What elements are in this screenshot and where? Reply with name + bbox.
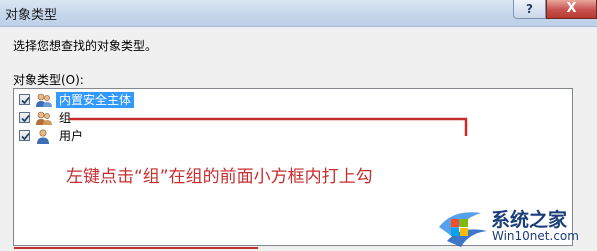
help-button[interactable]: ? xyxy=(513,0,546,19)
watermark-title: 系统之家 xyxy=(491,209,568,231)
object-types-dialog: 对象类型 ? X 选择您想查找的对象类型。 对象类型(O): 内置安全主体 组 … xyxy=(0,0,597,251)
dialog-prompt: 选择您想查找的对象类型。 xyxy=(13,39,158,53)
object-types-label: 对象类型(O): xyxy=(13,73,84,87)
close-button[interactable]: X xyxy=(546,0,597,19)
watermark-url: Win10net.com xyxy=(492,229,579,243)
site-watermark: 系统之家 Win10net.com xyxy=(433,203,595,249)
windows-logo-icon xyxy=(439,212,487,247)
title-bar: 对象类型 ? X xyxy=(0,0,597,27)
window-title: 对象类型 xyxy=(5,8,58,23)
annotation-text: 左键点击“组”在组的前面小方框内打上勾 xyxy=(66,167,373,187)
